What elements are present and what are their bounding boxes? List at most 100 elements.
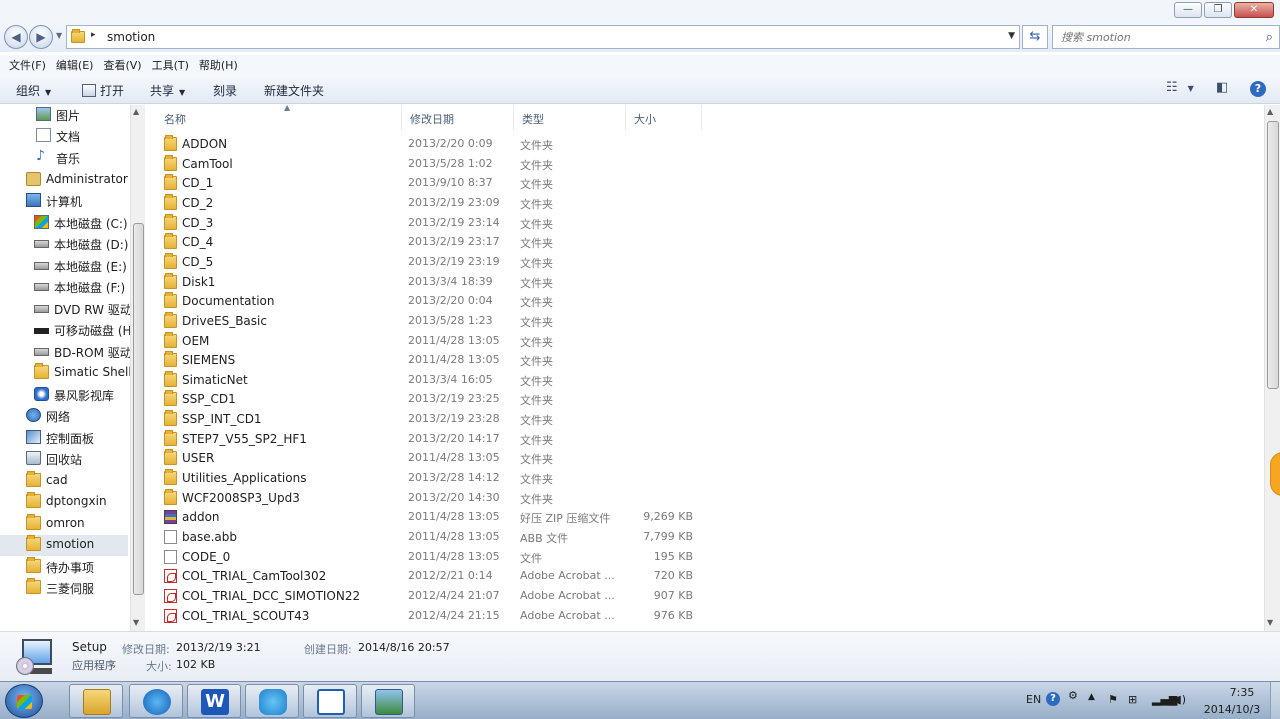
file-row[interactable]: SimaticNet 2013/3/4 16:05 文件夹 <box>158 370 718 390</box>
taskbar-image-viewer[interactable] <box>361 684 415 718</box>
file-row[interactable]: WCF2008SP3_Upd3 2013/2/20 14:30 文件夹 <box>158 488 718 508</box>
search-box[interactable]: ⌕ <box>1052 25 1280 49</box>
nav-scrollbar[interactable]: ▲ ▼ <box>130 105 145 631</box>
file-list-scrollbar[interactable]: ▲ ▼ <box>1264 105 1280 631</box>
file-row[interactable]: SIEMENS 2011/4/28 13:05 文件夹 <box>158 351 718 370</box>
signal-icon[interactable]: ▂▄▆ <box>1152 693 1177 706</box>
language-indicator[interactable]: EN <box>1026 693 1041 706</box>
file-row[interactable]: SSP_CD1 2013/2/19 23:25 文件夹 <box>158 390 718 409</box>
burn-button[interactable]: 刻录 <box>213 82 237 99</box>
menu-view[interactable]: 查看(V) <box>98 55 146 75</box>
maximize-button[interactable]: ❐ <box>1204 2 1232 18</box>
floating-widget[interactable] <box>1270 452 1280 496</box>
column-header-date[interactable]: 修改日期 <box>402 105 514 130</box>
taskbar-browser[interactable] <box>129 684 183 718</box>
column-header-name[interactable]: ▲ 名称 <box>156 105 402 130</box>
clock-time[interactable]: 7:35 <box>1216 686 1268 699</box>
file-row[interactable]: OEM 2011/4/28 13:05 文件夹 <box>158 331 718 351</box>
file-row[interactable]: STEP7_V55_SP2_HF1 2013/2/20 14:17 文件夹 <box>158 429 718 449</box>
nav-item[interactable]: omron <box>26 514 128 535</box>
taskbar-simotion[interactable] <box>303 684 357 718</box>
nav-item[interactable]: 暴风影视库 <box>34 385 128 406</box>
nav-item[interactable]: 三菱伺服 <box>26 578 128 599</box>
column-header-type[interactable]: 类型 <box>514 105 626 130</box>
clock-date[interactable]: 2014/10/3 <box>1200 703 1264 716</box>
recent-pages-dropdown[interactable]: ▼ <box>56 31 62 40</box>
start-button[interactable] <box>5 684 43 718</box>
file-row[interactable]: COL_TRIAL_CamTool302 2012/2/21 0:14 Adobe … <box>158 567 718 586</box>
file-row[interactable]: SSP_INT_CD1 2013/2/19 23:28 文件夹 <box>158 410 718 429</box>
refresh-button[interactable]: ⇆ <box>1022 25 1048 49</box>
menu-tools[interactable]: 工具(T) <box>147 55 194 75</box>
scroll-down-icon[interactable]: ▼ <box>133 618 139 627</box>
usb-device-icon[interactable]: ⊞ <box>1128 693 1137 706</box>
nav-item[interactable]: 可移动磁盘 (H <box>34 320 132 341</box>
ime-help-icon[interactable]: ? <box>1046 691 1060 706</box>
nav-item[interactable]: Simatic Shell <box>34 363 132 384</box>
file-row[interactable]: Utilities_Applications 2013/2/28 14:12 文件夹 <box>158 469 718 488</box>
nav-item[interactable]: dptongxin <box>26 492 128 513</box>
search-input[interactable] <box>1053 26 1253 48</box>
back-button[interactable]: ◀ <box>4 25 28 49</box>
nav-scroll-thumb[interactable] <box>133 223 144 595</box>
close-button[interactable]: ✕ <box>1234 2 1274 18</box>
nav-item[interactable]: 图片 <box>36 105 128 126</box>
nav-item[interactable]: BD-ROM 驱动 <box>34 342 132 363</box>
taskbar-explorer[interactable] <box>69 684 123 718</box>
file-row[interactable]: CD_5 2013/2/19 23:19 文件夹 <box>158 252 718 272</box>
file-row[interactable]: CODE_0 2011/4/28 13:05 文件 195 KB <box>158 548 718 567</box>
file-row[interactable]: COL_TRIAL_SCOUT43 2012/4/24 21:15 Adobe Ac… <box>158 607 718 626</box>
open-button[interactable]: 打开 <box>82 82 124 99</box>
nav-item[interactable]: 文档 <box>36 126 128 147</box>
file-row[interactable]: CD_4 2013/2/19 23:17 文件夹 <box>158 233 718 252</box>
file-row[interactable]: addon 2011/4/28 13:05 好压 ZIP 压缩文件 9,269 KB <box>158 508 718 527</box>
file-scroll-thumb[interactable] <box>1267 121 1279 389</box>
file-row[interactable]: CamTool 2013/5/28 1:02 文件夹 <box>158 154 718 174</box>
nav-item[interactable]: DVD RW 驱动 <box>34 299 132 320</box>
address-bar[interactable]: ▸ smotion ▼ <box>66 25 1020 49</box>
show-desktop-button[interactable] <box>1270 682 1280 719</box>
file-row[interactable]: base.abb 2011/4/28 13:05 ABB 文件 7,799 KB <box>158 528 718 547</box>
nav-item[interactable]: smotion <box>0 535 128 556</box>
menu-help[interactable]: 帮助(H) <box>194 55 243 75</box>
forward-button[interactable]: ▶ <box>29 25 53 49</box>
organize-button[interactable]: 组织 ▼ <box>16 82 51 99</box>
file-row[interactable]: ADDON 2013/2/20 0:09 文件夹 <box>158 135 718 154</box>
nav-item[interactable]: Administrator <box>26 170 128 191</box>
nav-item[interactable]: cad <box>26 471 128 492</box>
nav-item[interactable]: 网络 <box>26 406 128 427</box>
nav-item[interactable]: 计算机 <box>26 191 128 212</box>
nav-item[interactable]: 待办事项 <box>26 557 128 578</box>
nav-item[interactable]: 本地磁盘 (C:) <box>34 213 128 234</box>
menu-file[interactable]: 文件(F) <box>4 55 51 75</box>
file-row[interactable]: DriveES_Basic 2013/5/28 1:23 文件夹 <box>158 311 718 331</box>
view-options-button[interactable]: ☷ ▼ <box>1166 80 1194 95</box>
nav-item[interactable]: 本地磁盘 (E:) <box>34 256 128 277</box>
scroll-up-icon[interactable]: ▲ <box>1267 107 1273 116</box>
taskbar-chat[interactable] <box>245 684 299 718</box>
breadcrumb-separator-icon[interactable]: ▸ <box>91 30 96 40</box>
nav-item[interactable]: 回收站 <box>26 449 128 470</box>
ime-options-icon[interactable]: ⚙ <box>1068 689 1078 702</box>
column-header-size[interactable]: 大小 <box>626 105 702 130</box>
preview-pane-button[interactable]: ◧ <box>1216 80 1228 95</box>
taskbar-wps-writer[interactable]: W <box>187 684 241 718</box>
address-dropdown-icon[interactable]: ▼ <box>1008 31 1015 41</box>
menu-edit[interactable]: 编辑(E) <box>51 55 99 75</box>
show-hidden-icons-icon[interactable]: ▲ <box>1088 692 1095 702</box>
new-folder-button[interactable]: 新建文件夹 <box>264 82 324 99</box>
file-row[interactable]: CD_3 2013/2/19 23:14 文件夹 <box>158 213 718 233</box>
volume-icon[interactable]: ◖) <box>1176 693 1186 706</box>
scroll-up-icon[interactable]: ▲ <box>133 107 139 116</box>
scroll-down-icon[interactable]: ▼ <box>1267 618 1273 627</box>
search-icon[interactable]: ⌕ <box>1266 30 1273 45</box>
file-row[interactable]: Documentation 2013/2/20 0:04 文件夹 <box>158 292 718 311</box>
file-row[interactable]: Disk1 2013/3/4 18:39 文件夹 <box>158 272 718 292</box>
file-row[interactable]: COL_TRIAL_DCC_SIMOTION22 2012/4/24 21:07 A… <box>158 587 718 606</box>
share-button[interactable]: 共享 ▼ <box>150 82 185 99</box>
breadcrumb-current[interactable]: smotion <box>107 30 155 44</box>
nav-item[interactable]: ♪ 音乐 <box>36 148 128 169</box>
file-row[interactable]: USER 2011/4/28 13:05 文件夹 <box>158 449 718 468</box>
flag-icon[interactable]: ⚑ <box>1108 693 1118 706</box>
minimize-button[interactable]: — <box>1174 2 1202 18</box>
